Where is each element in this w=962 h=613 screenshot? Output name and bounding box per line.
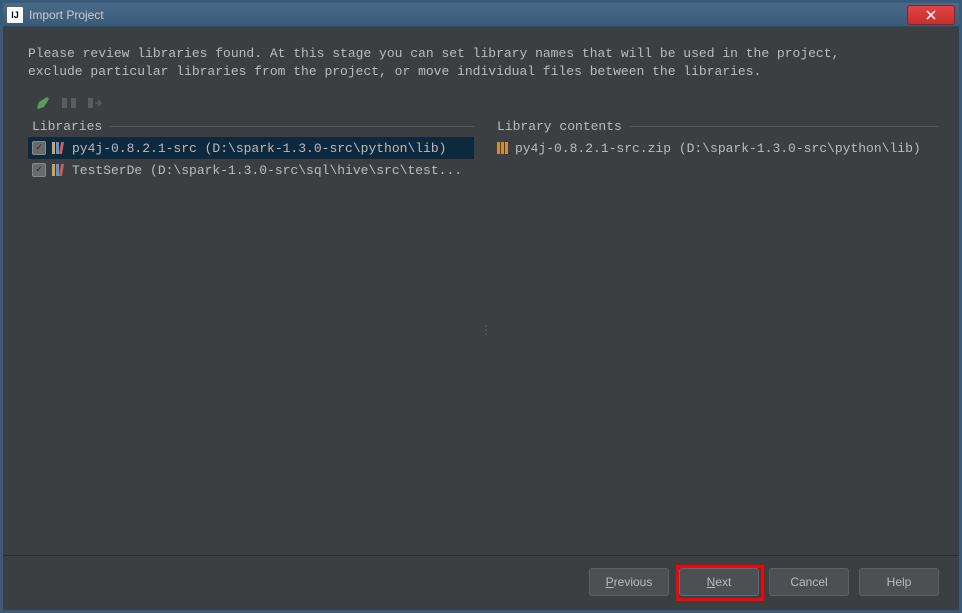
- close-button[interactable]: [907, 5, 955, 25]
- titlebar[interactable]: IJ Import Project: [3, 3, 959, 27]
- libraries-header: Libraries: [28, 119, 474, 133]
- content-item[interactable]: py4j-0.8.2.1-src.zip (D:\spark-1.3.0-src…: [493, 137, 939, 159]
- contents-list[interactable]: py4j-0.8.2.1-src.zip (D:\spark-1.3.0-src…: [493, 137, 939, 543]
- libraries-label: Libraries: [28, 119, 110, 134]
- button-bar: Previous Next Cancel Help: [3, 555, 959, 610]
- library-icon: [52, 142, 66, 154]
- next-button[interactable]: Next: [679, 568, 759, 596]
- contents-header: Library contents: [493, 119, 939, 133]
- split-icon: [61, 95, 77, 111]
- window-title: Import Project: [29, 8, 104, 22]
- previous-button[interactable]: Previous: [589, 568, 669, 596]
- merge-icon: [87, 95, 103, 111]
- library-name: py4j-0.8.2.1-src (D:\spark-1.3.0-src\pyt…: [72, 141, 446, 156]
- dialog-body: Please review libraries found. At this s…: [3, 27, 959, 610]
- content-name: py4j-0.8.2.1-src.zip (D:\spark-1.3.0-src…: [515, 141, 921, 156]
- contents-panel: Library contents py4j-0.8.2.1-src.zip (D…: [493, 119, 939, 543]
- cancel-button[interactable]: Cancel: [769, 568, 849, 596]
- instructions-line2: exclude particular libraries from the pr…: [28, 63, 939, 81]
- help-button[interactable]: Help: [859, 568, 939, 596]
- library-checkbox[interactable]: ✓: [32, 163, 46, 177]
- library-icon: [52, 164, 66, 176]
- library-name: TestSerDe (D:\spark-1.3.0-src\sql\hive\s…: [72, 163, 462, 178]
- dialog-window: IJ Import Project Please review librarie…: [0, 0, 962, 613]
- library-item[interactable]: ✓ py4j-0.8.2.1-src (D:\spark-1.3.0-src\p…: [28, 137, 474, 159]
- archive-icon: [497, 142, 509, 154]
- instructions-text: Please review libraries found. At this s…: [3, 27, 959, 89]
- close-icon: [926, 10, 936, 20]
- instructions-line1: Please review libraries found. At this s…: [28, 45, 939, 63]
- content-split: Libraries ✓ py4j-0.8.2.1-src (D:\spark-1…: [3, 119, 959, 555]
- app-icon: IJ: [7, 7, 23, 23]
- panel-splitter[interactable]: [482, 119, 485, 543]
- libraries-panel: Libraries ✓ py4j-0.8.2.1-src (D:\spark-1…: [28, 119, 474, 543]
- library-checkbox[interactable]: ✓: [32, 141, 46, 155]
- rename-icon[interactable]: [35, 95, 51, 111]
- contents-label: Library contents: [493, 119, 630, 134]
- toolbar: [3, 89, 959, 119]
- library-item[interactable]: ✓ TestSerDe (D:\spark-1.3.0-src\sql\hive…: [28, 159, 474, 181]
- libraries-list[interactable]: ✓ py4j-0.8.2.1-src (D:\spark-1.3.0-src\p…: [28, 137, 474, 543]
